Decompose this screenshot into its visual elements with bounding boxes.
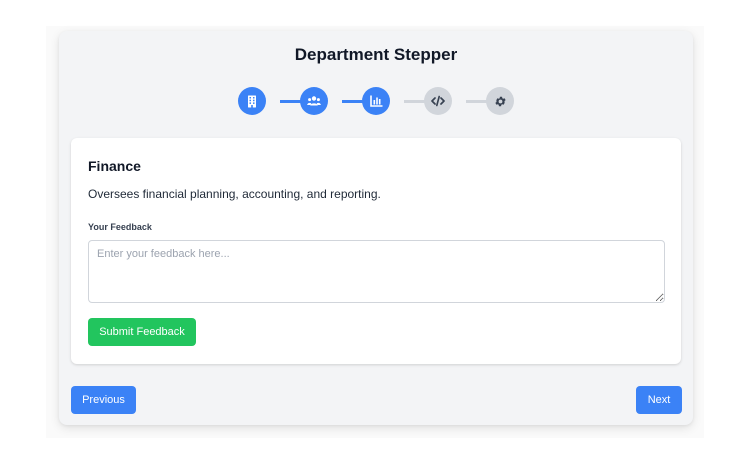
gear-icon [494,95,507,108]
department-card: Finance Oversees financial planning, acc… [71,138,681,364]
department-name: Finance [88,158,141,174]
page-title: Department Stepper [294,45,458,64]
step-3[interactable] [362,87,390,115]
step-4[interactable] [424,87,452,115]
chart-icon [369,95,383,107]
feedback-label: Your Feedback [88,222,152,232]
users-icon [307,95,321,107]
feedback-input[interactable] [88,240,665,303]
next-button[interactable]: Next [636,386,682,414]
step-5[interactable] [486,87,514,115]
stepper [59,87,693,117]
step-1[interactable] [238,87,266,115]
submit-feedback-button[interactable]: Submit Feedback [88,318,196,346]
previous-button[interactable]: Previous [71,386,136,414]
code-icon [431,95,445,107]
stepper-panel: Department Stepper Finance Oversees fina… [59,31,693,425]
step-2[interactable] [300,87,328,115]
building-icon [246,95,258,108]
department-description: Oversees financial planning, accounting,… [88,187,381,201]
